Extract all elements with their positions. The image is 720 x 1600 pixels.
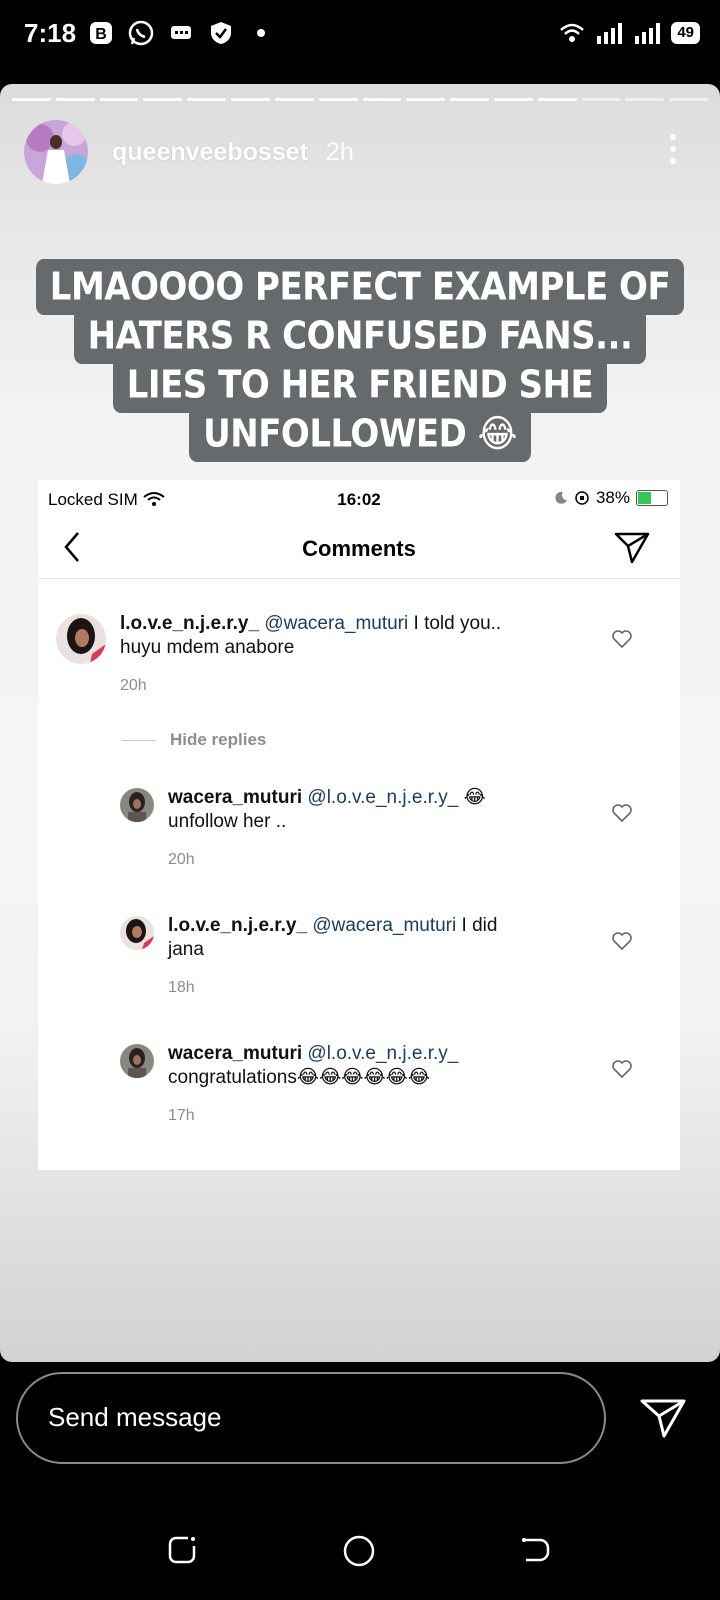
progress-segment: [581, 98, 621, 101]
caption-line: LIES TO HER FRIEND SHE: [112, 357, 608, 413]
more-options-icon[interactable]: [670, 134, 678, 170]
comment-username: l.o.v.e_n.j.e.r.y_: [120, 613, 260, 634]
signal-icon-2: [635, 23, 661, 44]
progress-segment: [143, 98, 183, 101]
comment-text: I did: [456, 915, 498, 936]
home-icon[interactable]: [342, 1534, 376, 1568]
comment-time: 18h: [168, 979, 195, 996]
send-message-input[interactable]: Send message: [16, 1372, 606, 1464]
hide-replies: Hide replies: [122, 730, 266, 750]
android-status-bar: 7:18 B 49: [0, 0, 720, 76]
battery-icon: [636, 490, 668, 506]
battery-indicator: 49: [671, 22, 700, 44]
recent-apps-icon[interactable]: [166, 1534, 198, 1566]
comment-username: wacera_muturi: [168, 1043, 303, 1064]
caption-line: LMAOOOO PERFECT EXAMPLE OF: [35, 259, 685, 315]
whatsapp-icon: [128, 20, 154, 46]
progress-segment: [450, 98, 489, 101]
comment-text: jana: [168, 939, 204, 960]
progress-segment: [625, 98, 665, 101]
comment-text: unfollow her ..: [168, 811, 287, 832]
comment-time: 20h: [120, 677, 147, 694]
embedded-comments-screenshot: Locked SIM 16:02 38% Comments l.o.v.e_n.…: [38, 480, 680, 1170]
comment-time: 17h: [168, 1107, 195, 1124]
heart-icon: [612, 1060, 632, 1078]
comments-header: Comments: [38, 518, 680, 579]
progress-segment: [231, 98, 270, 101]
progress-segment: [274, 98, 314, 101]
moon-icon: [555, 491, 567, 504]
ios-status-bar: Locked SIM 16:02 38%: [38, 480, 680, 518]
story-avatar[interactable]: [24, 120, 88, 184]
caption-line: UNFOLLOWED 😂: [189, 406, 531, 462]
dot-icon: [257, 29, 265, 37]
story-progress-bar: [12, 98, 708, 101]
comment-text: 😂: [458, 787, 486, 808]
progress-segment: [99, 98, 139, 101]
progress-segment: [187, 98, 227, 101]
progress-segment: [493, 98, 533, 101]
mention: @l.o.v.e_n.j.e.r.y_: [307, 1043, 459, 1064]
rotation-lock-icon: [575, 491, 589, 505]
progress-segment: [55, 98, 95, 101]
send-icon[interactable]: [640, 1398, 686, 1438]
message-icon: [171, 26, 191, 39]
commenter-avatar: [56, 614, 106, 664]
commenter-avatar: [120, 916, 154, 950]
progress-segment: [12, 98, 51, 101]
clock: 7:18: [24, 18, 77, 48]
share-icon: [614, 532, 650, 564]
comment-time: 20h: [168, 851, 195, 868]
comment-text: congratulations😂😂😂😂😂😂: [168, 1067, 431, 1088]
heart-icon: [612, 932, 632, 950]
system-icons: 49: [559, 22, 700, 44]
back-icon[interactable]: [520, 1534, 552, 1566]
commenter-avatar: [120, 1044, 154, 1078]
comments-title: Comments: [302, 536, 416, 561]
heart-icon: [612, 630, 632, 648]
b-app-icon: B: [90, 22, 112, 44]
mention: @l.o.v.e_n.j.e.r.y_: [307, 787, 459, 808]
shield-icon: [211, 22, 231, 44]
signal-icon: [597, 23, 623, 44]
caption-line: HATERS R CONFUSED FANS...: [73, 308, 647, 364]
svg-text:B: B: [95, 26, 107, 43]
story-age: 2h: [325, 137, 354, 166]
comment-text: huyu mdem anabore: [120, 637, 295, 658]
progress-segment: [318, 98, 358, 101]
progress-segment: [362, 98, 402, 101]
comment-text: I told you..: [408, 613, 502, 634]
progress-segment: [537, 98, 577, 101]
story-caption: LMAOOOO PERFECT EXAMPLE OF HATERS R CONF…: [0, 259, 720, 462]
heart-icon: [612, 804, 632, 822]
mention: @wacera_muturi: [264, 613, 409, 634]
story-view[interactable]: queenveebosset 2h LMAOOOO PERFECT EXAMPL…: [0, 84, 720, 1362]
mention: @wacera_muturi: [312, 915, 457, 936]
android-nav-bar: [0, 1520, 720, 1580]
progress-segment: [669, 98, 708, 101]
send-message-placeholder: Send message: [48, 1402, 222, 1432]
comment-username: l.o.v.e_n.j.e.r.y_: [168, 915, 308, 936]
comment-username: wacera_muturi: [168, 787, 303, 808]
notification-icons: B: [88, 20, 274, 46]
wifi-icon: [560, 23, 585, 42]
progress-segment: [406, 98, 446, 101]
ios-battery-percent: 38%: [595, 488, 630, 507]
story-username[interactable]: queenveebosset: [112, 138, 308, 167]
ios-system-icons: 38%: [554, 488, 668, 508]
story-header: queenveebosset 2h: [24, 120, 354, 184]
commenter-avatar: [120, 788, 154, 822]
